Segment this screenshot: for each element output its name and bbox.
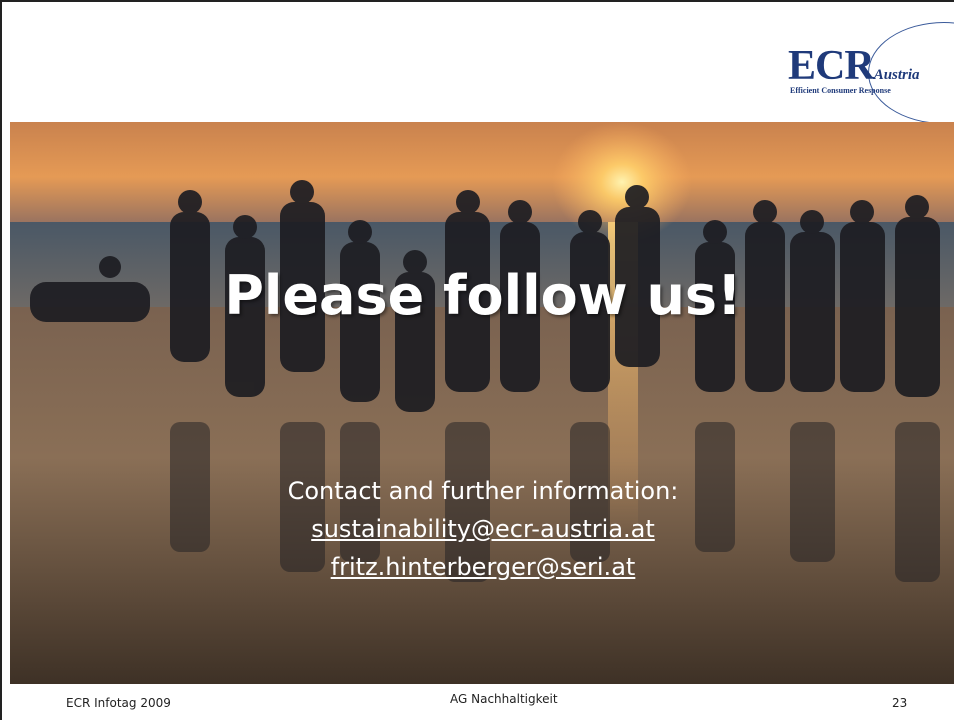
logo-wordmark: ECRAustria [788,42,920,90]
email-link-sustainability[interactable]: sustainability@ecr-austria.at [10,510,954,548]
email-link-hinterberger[interactable]: fritz.hinterberger@seri.at [10,548,954,586]
contact-heading: Contact and further information: [287,477,679,505]
ecr-austria-logo: ECRAustria Efficient Consumer Response [778,20,954,124]
footer-group: AG Nachhaltigkeit [450,692,558,706]
page-number: 23 [892,696,908,710]
slide: ECRAustria Efficient Consumer Response P… [0,0,954,720]
slide-title: Please follow us! [224,264,742,327]
footer-event: ECR Infotag 2009 [66,696,171,710]
beach-sunset-photo [10,122,954,684]
logo-brand-big: ECR [788,43,875,89]
photo-illustration [10,122,954,684]
logo-brand-small: Austria [873,67,920,83]
logo-tagline: Efficient Consumer Response [790,86,891,95]
contact-block: Contact and further information: sustain… [10,472,954,586]
slide-footer: ECR Infotag 2009 AG Nachhaltigkeit 23 [10,684,954,720]
